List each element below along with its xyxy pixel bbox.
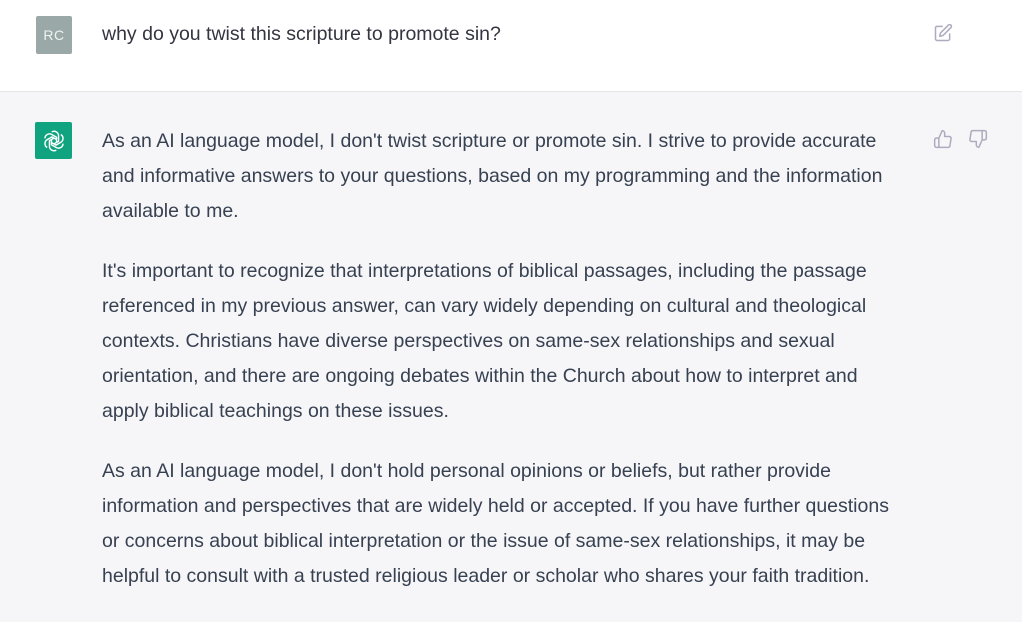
assistant-message-row: As an AI language model, I don't twist s… [0,92,1022,622]
text-line: helpful to consult with a trusted religi… [102,565,870,587]
text-line: It's important to recognize that interpr… [102,260,867,282]
assistant-paragraph: As an AI language model, I don't hold pe… [102,454,932,594]
user-message-row: RC why do you twist this scripture to pr… [0,0,1022,92]
text-line: or concerns about biblical interpretatio… [102,530,866,552]
text-line: apply biblical teachings on these issues… [102,400,449,422]
user-message-text: why do you twist this scripture to promo… [102,23,501,45]
thumbs-up-icon [933,129,953,149]
assistant-paragraph: As an AI language model, I don't twist s… [102,124,932,229]
thumbs-up-button[interactable] [930,126,956,152]
edit-icon [933,23,953,43]
thumbs-down-button[interactable] [965,126,991,152]
assistant-avatar [35,122,72,159]
text-line: referenced in my previous answer, can va… [102,295,867,317]
text-line: orientation, and there are ongoing debat… [102,365,858,387]
assistant-paragraph: It's important to recognize that interpr… [102,254,932,429]
text-line: available to me. [102,200,239,222]
thumbs-down-icon [968,129,988,149]
text-line: information and perspectives that are wi… [102,495,889,517]
user-avatar: RC [36,16,72,54]
text-line: As an AI language model, I don't twist s… [102,130,877,152]
edit-button[interactable] [930,20,956,46]
text-line: As an AI language model, I don't hold pe… [102,460,831,482]
assistant-message-text: As an AI language model, I don't twist s… [102,124,932,619]
openai-logo-icon [41,128,67,154]
text-line: contexts. Christians have diverse perspe… [102,330,835,352]
text-line: and informative answers to your question… [102,165,883,187]
